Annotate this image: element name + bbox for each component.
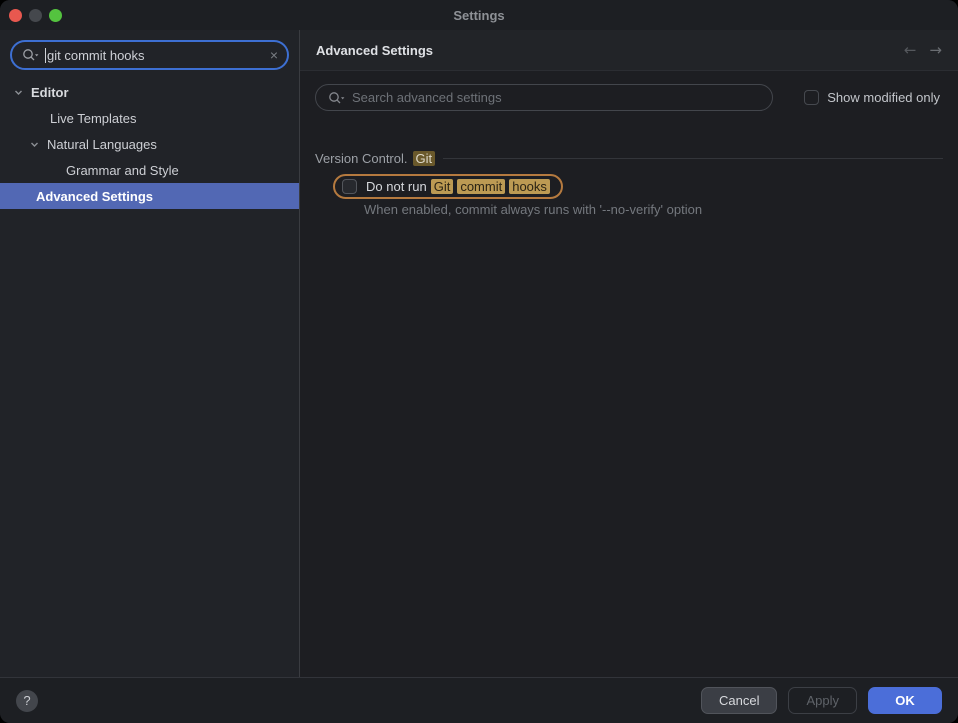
search-match-highlight: Git — [413, 151, 436, 166]
section-label: Version Control. — [315, 151, 408, 166]
tree-item-live-templates[interactable]: Live Templates — [0, 105, 299, 131]
traffic-lights — [9, 9, 62, 22]
tree-item-label: Live Templates — [50, 111, 136, 126]
option-label-prefix: Do not run — [366, 179, 427, 194]
advanced-settings-search-input[interactable] — [352, 90, 762, 105]
do-not-run-git-hooks-checkbox[interactable] — [342, 179, 357, 194]
page-title: Advanced Settings — [316, 43, 433, 58]
text-caret — [45, 48, 46, 63]
footer-bar: ? Cancel Apply OK — [0, 677, 958, 723]
settings-search-input[interactable]: git commit hooks × — [10, 40, 289, 70]
tree-item-label: Editor — [31, 85, 69, 100]
settings-sidebar: git commit hooks × Editor Live Templates — [0, 30, 300, 677]
chevron-down-icon[interactable] — [29, 139, 40, 150]
main-panel: Advanced Settings ← → — [300, 30, 958, 677]
tree-item-label: Grammar and Style — [66, 163, 179, 178]
show-modified-only-toggle[interactable]: Show modified only — [804, 90, 943, 105]
search-icon — [328, 91, 345, 105]
do-not-run-git-hooks-option[interactable]: Do not run Gitcommit hooks — [333, 174, 563, 199]
option-description: When enabled, commit always runs with '-… — [364, 202, 943, 217]
option-label: Do not run Gitcommit hooks — [366, 179, 550, 194]
close-window-button[interactable] — [9, 9, 22, 22]
minimize-window-button[interactable] — [29, 9, 42, 22]
advanced-settings-search-field[interactable] — [315, 84, 773, 111]
zoom-window-button[interactable] — [49, 9, 62, 22]
window-title: Settings — [453, 8, 504, 23]
main-header: Advanced Settings ← → — [300, 30, 958, 71]
cancel-button[interactable]: Cancel — [701, 687, 777, 714]
settings-search-value: git commit hooks — [47, 48, 270, 63]
help-button[interactable]: ? — [16, 690, 38, 712]
tree-item-grammar-and-style[interactable]: Grammar and Style — [0, 157, 299, 183]
settings-tree: Editor Live Templates Natural Languages … — [0, 79, 299, 209]
search-match-highlight: hooks — [509, 179, 550, 194]
tree-item-editor[interactable]: Editor — [0, 79, 299, 105]
tree-item-natural-languages[interactable]: Natural Languages — [0, 131, 299, 157]
forward-arrow-icon[interactable]: → — [929, 41, 942, 59]
ok-button[interactable]: OK — [868, 687, 942, 714]
show-modified-only-label: Show modified only — [827, 90, 940, 105]
tree-item-label: Natural Languages — [47, 137, 157, 152]
search-match-highlight: Git — [431, 179, 454, 194]
search-icon — [22, 48, 39, 62]
apply-button[interactable]: Apply — [788, 687, 857, 714]
back-arrow-icon[interactable]: ← — [904, 41, 917, 59]
show-modified-only-checkbox[interactable] — [804, 90, 819, 105]
clear-search-icon[interactable]: × — [270, 48, 278, 62]
titlebar: Settings — [0, 0, 958, 30]
section-separator — [443, 158, 943, 159]
search-match-highlight: commit — [457, 179, 505, 194]
tree-item-advanced-settings[interactable]: Advanced Settings — [0, 183, 299, 209]
tree-item-label: Advanced Settings — [36, 189, 153, 204]
chevron-down-icon[interactable] — [13, 87, 24, 98]
settings-window: Settings git commit hooks × — [0, 0, 958, 723]
section-version-control-git: Version Control. Git — [315, 151, 943, 166]
